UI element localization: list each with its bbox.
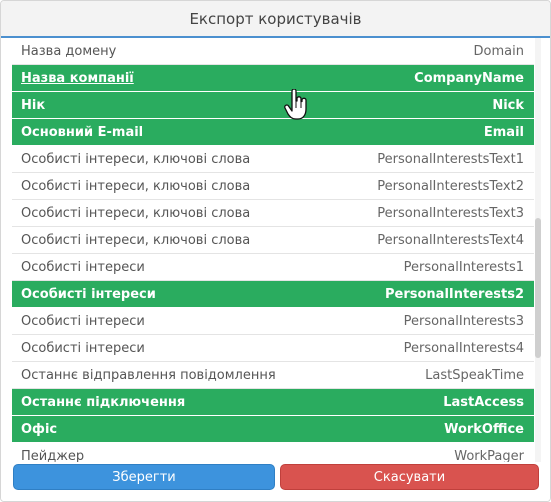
field-row[interactable]: Особисті інтереси PersonalInterests1 <box>12 254 534 281</box>
field-row-label: Особисті інтереси <box>21 260 145 275</box>
field-row[interactable]: Особисті інтереси, ключові слова Personal… <box>12 227 534 254</box>
field-row[interactable]: Пейджер WorkPager <box>12 443 534 462</box>
field-row-key: PersonalInterestsText2 <box>377 179 524 194</box>
field-row-key: PersonalInterestsText4 <box>377 233 524 248</box>
field-row-label: Офіс <box>21 422 58 437</box>
field-row[interactable]: Особисті інтереси PersonalInterests2 <box>12 281 534 308</box>
field-row-label: Особисті інтереси, ключові слова <box>21 233 251 248</box>
field-row-label: Основний E-mail <box>21 125 144 140</box>
field-row-key: WorkPager <box>454 449 524 462</box>
field-row-label: Нік <box>21 98 46 113</box>
cancel-button[interactable]: Скасувати <box>280 464 539 490</box>
field-row[interactable]: Останнє підключення LastAccess <box>12 389 534 416</box>
field-row-label: Назва домену <box>21 44 117 59</box>
save-button[interactable]: Зберегти <box>13 464 275 490</box>
field-row-key: PersonalInterests1 <box>403 260 524 275</box>
field-row-label: Останнє відправлення повідомлення <box>21 368 276 383</box>
field-row-key: LastSpeakTime <box>425 368 524 383</box>
field-row-label: Особисті інтереси <box>21 314 145 329</box>
dialog-footer: Зберегти Скасувати <box>1 462 550 501</box>
field-row-key: LastAccess <box>443 395 524 410</box>
list-scrollbar[interactable] <box>535 38 541 462</box>
field-row[interactable]: Нік Nick <box>12 92 534 119</box>
field-row[interactable]: Назва домену Domain <box>12 38 534 65</box>
field-row[interactable]: Назва компанії CompanyName <box>12 65 534 92</box>
field-row[interactable]: Основний E-mail Email <box>12 119 534 146</box>
field-row-key: PersonalInterestsText1 <box>377 152 524 167</box>
field-row[interactable]: Останнє відправлення повідомлення LastSpe… <box>12 362 534 389</box>
field-row-label: Особисті інтереси <box>21 341 145 356</box>
field-row-key: Domain <box>473 44 524 59</box>
field-row[interactable]: Особисті інтереси, ключові слова Personal… <box>12 173 534 200</box>
field-row-label: Останнє підключення <box>21 395 186 410</box>
field-row-key: PersonalInterestsText3 <box>377 206 524 221</box>
field-row-key: PersonalInterests3 <box>403 314 524 329</box>
field-row-key: CompanyName <box>414 71 524 86</box>
scrollbar-thumb[interactable] <box>535 218 541 358</box>
field-row-label: Особисті інтереси, ключові слова <box>21 206 251 221</box>
field-row[interactable]: Особисті інтереси, ключові слова Personal… <box>12 200 534 227</box>
field-row-key: Nick <box>492 98 524 113</box>
field-row-key: WorkOffice <box>444 422 524 437</box>
field-row[interactable]: Офіс WorkOffice <box>12 416 534 443</box>
field-row-key: PersonalInterests4 <box>403 341 524 356</box>
field-row-label: Пейджер <box>21 449 85 462</box>
field-row-label: Особисті інтереси, ключові слова <box>21 152 251 167</box>
dialog-title: Експорт користувачів <box>1 1 550 38</box>
field-row[interactable]: Особисті інтереси PersonalInterests4 <box>12 335 534 362</box>
field-row-label: Особисті інтереси <box>21 287 156 302</box>
field-row-label: Особисті інтереси, ключові слова <box>21 179 251 194</box>
field-row[interactable]: Особисті інтереси, ключові слова Personal… <box>12 146 534 173</box>
export-users-dialog: Експорт користувачів Назва домену Domain Н… <box>0 0 551 502</box>
field-row[interactable]: Особисті інтереси PersonalInterests3 <box>12 308 534 335</box>
field-row-label: Назва компанії <box>21 71 134 86</box>
field-row-key: PersonalInterests2 <box>385 287 524 302</box>
field-list[interactable]: Назва домену Domain Назва компанії CompanyN… <box>12 38 534 462</box>
field-row-key: Email <box>483 125 524 140</box>
